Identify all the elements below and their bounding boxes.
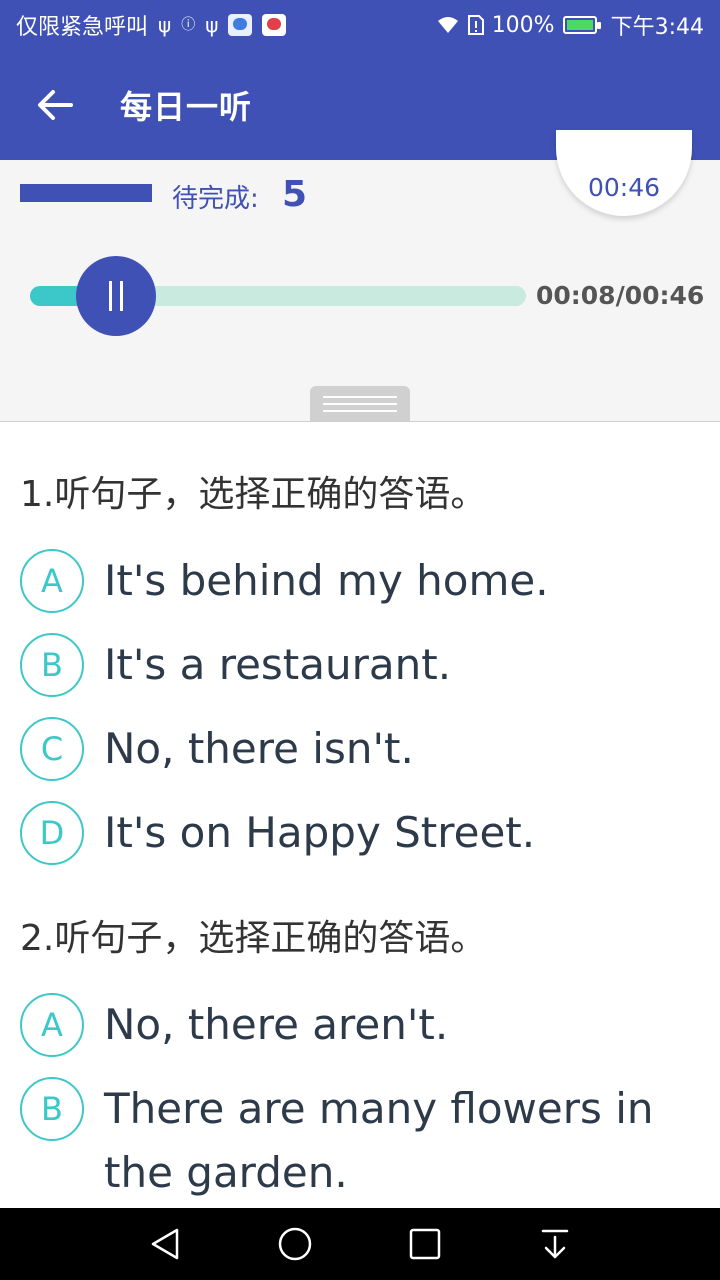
back-button[interactable] [0, 50, 110, 160]
system-nav-bar [0, 1208, 720, 1280]
option-c[interactable]: C No, there isn't. [20, 709, 720, 793]
option-b[interactable]: B There are many flowers in the garden. [20, 1069, 720, 1197]
app-notification-icon [228, 14, 253, 36]
question-list: 1.听句子，选择正确的答语。 A It's behind my home. B … [0, 423, 720, 1208]
usb-debug-icon: ψ [205, 13, 219, 37]
pending-indicator-bar [20, 184, 152, 202]
option-a[interactable]: A It's behind my home. [20, 541, 720, 625]
nav-recents-button[interactable] [395, 1214, 455, 1274]
option-letter: A [20, 549, 84, 613]
option-text: No, there aren't. [104, 1000, 449, 1049]
option-text: It's on Happy Street. [104, 808, 536, 857]
option-a[interactable]: A No, there aren't. [20, 985, 720, 1069]
triangle-back-icon [151, 1228, 179, 1260]
pending-count: 5 [282, 174, 308, 215]
option-letter: C [20, 717, 84, 781]
option-text: No, there isn't. [104, 724, 414, 773]
circle-home-icon [278, 1227, 312, 1261]
screen: 仅限紧急呼叫 ψ ⓘ ψ 100% 下午3:44 每日一听 待完成: 5 00:… [0, 0, 720, 1280]
handle-line-icon [323, 396, 397, 398]
pending-label: 待完成: [172, 184, 259, 214]
nav-back-button[interactable] [135, 1214, 195, 1274]
option-letter: A [20, 993, 84, 1057]
sim-icon [467, 15, 484, 35]
status-right: 100% 下午3:44 [436, 9, 704, 41]
option-text: There are many flowers in the garden. [104, 1084, 654, 1197]
baidu-notification-icon [262, 14, 287, 36]
pause-icon-bar-right [120, 281, 124, 311]
countdown-text: 00:46 [587, 173, 661, 202]
panel-drag-handle[interactable] [310, 386, 410, 422]
handle-line-icon [323, 410, 397, 412]
question-title: 1.听句子，选择正确的答语。 [20, 474, 487, 515]
pause-button[interactable] [76, 256, 157, 336]
battery-icon [562, 16, 601, 34]
info-icon: ⓘ [181, 17, 196, 33]
nav-home-button[interactable] [265, 1214, 325, 1274]
option-letter: D [20, 801, 84, 865]
handle-line-icon [323, 403, 397, 405]
arrow-left-icon [38, 90, 73, 120]
option-letter: B [20, 633, 84, 697]
pull-down-icon [541, 1229, 569, 1259]
nav-notifications-button[interactable] [525, 1214, 585, 1274]
option-d[interactable]: D It's on Happy Street. [20, 793, 720, 877]
square-recents-icon [409, 1228, 441, 1260]
clock: 下午3:44 [610, 15, 704, 40]
status-bar: 仅限紧急呼叫 ψ ⓘ ψ 100% 下午3:44 [0, 0, 720, 50]
time-readout: 00:08/00:46 [536, 281, 705, 310]
page-title: 每日一听 [120, 88, 253, 126]
option-b[interactable]: B It's a restaurant. [20, 625, 720, 709]
audio-player-panel: 待完成: 5 00:46 00:08/00:46 [0, 130, 720, 422]
option-text: It's behind my home. [104, 556, 549, 605]
wifi-icon [437, 17, 458, 33]
status-left: 仅限紧急呼叫 ψ ⓘ ψ [16, 9, 436, 41]
pause-icon-bar-left [109, 281, 113, 311]
usb-icon: ψ [158, 13, 172, 37]
question-1: 1.听句子，选择正确的答语。 A It's behind my home. B … [0, 471, 720, 877]
battery-percent: 100% [491, 12, 555, 38]
option-letter: B [20, 1077, 84, 1141]
question-title: 2.听句子，选择正确的答语。 [20, 918, 487, 959]
option-text: It's a restaurant. [104, 640, 452, 689]
countdown-timer: 00:46 [556, 130, 692, 216]
question-2: 2.听句子，选择正确的答语。 A No, there aren't. B The… [0, 915, 720, 1197]
carrier-text: 仅限紧急呼叫 [16, 15, 149, 40]
